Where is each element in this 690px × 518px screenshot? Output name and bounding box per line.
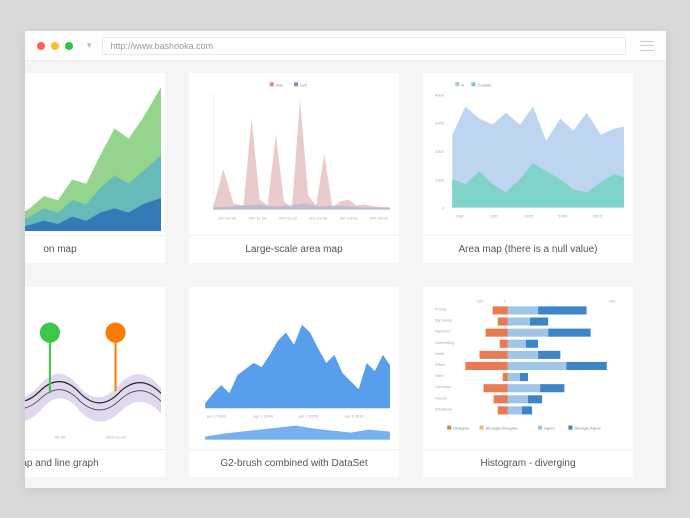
chart-card-line-lollipop[interactable]: 05-20 07-20 09-20 2019-11-20 ap and line… (25, 287, 165, 477)
chart-plot: -100 0 100 Friday My Name Random Somethi… (423, 287, 633, 449)
svg-text:2000: 2000 (435, 149, 445, 154)
chart-caption: Large-scale area map (189, 235, 399, 263)
chart-card-g2-brush[interactable]: jan 1 2002 apr 1 2004 jan 1 2006 apr 1 2… (189, 287, 399, 477)
svg-text:Constant: Constant (435, 384, 452, 389)
svg-text:207-10:00: 207-10:00 (218, 216, 237, 221)
url-text: http://www.bashooka.com (111, 41, 214, 51)
chart-caption: Histogram - diverging (423, 449, 633, 477)
window-maximize-icon[interactable] (65, 42, 73, 50)
chart-card-on-map[interactable]: on map (25, 73, 165, 263)
url-bar[interactable]: http://www.bashooka.com (102, 37, 626, 55)
svg-text:207-11:00: 207-11:00 (249, 216, 268, 221)
svg-text:1995: 1995 (524, 214, 534, 219)
chart-caption: ap and line graph (25, 449, 165, 477)
chart-plot: 4000 3000 2000 1000 0 A Custom (423, 73, 633, 235)
svg-text:Effort: Effort (435, 362, 445, 367)
svg-text:207-12:00: 207-12:00 (279, 216, 298, 221)
chart-card-diverging-histogram[interactable]: -100 0 100 Friday My Name Random Somethi… (423, 287, 633, 477)
chart-caption: on map (25, 235, 165, 263)
chart-card-area-null[interactable]: 4000 3000 2000 1000 0 A Custom (423, 73, 633, 263)
svg-text:09-20: 09-20 (55, 435, 66, 440)
svg-text:1000: 1000 (435, 177, 445, 182)
svg-text:Disagree: Disagree (453, 426, 470, 431)
svg-text:4000: 4000 (435, 92, 445, 97)
collapse-icon[interactable]: ▾ (87, 40, 92, 51)
svg-text:Custom: Custom (478, 82, 493, 87)
content-area: on map Run Left (25, 61, 666, 488)
svg-text:0: 0 (442, 206, 445, 211)
svg-text:jan 1 2006: jan 1 2006 (298, 413, 319, 418)
svg-text:Result: Result (435, 395, 447, 400)
svg-text:Write: Write (435, 351, 445, 356)
window-minimize-icon[interactable] (51, 42, 59, 50)
svg-text:207-13:00: 207-13:00 (309, 216, 328, 221)
chart-card-large-scale-area[interactable]: Run Left 207-10:00 207-11:00 207-12:00 2… (189, 73, 399, 263)
svg-text:2003: 2003 (593, 214, 603, 219)
svg-text:0: 0 (504, 298, 507, 303)
svg-text:-100: -100 (475, 298, 484, 303)
svg-text:A: A (461, 82, 464, 87)
chart-caption: G2-brush combined with DataSet (189, 449, 399, 477)
chart-plot: 05-20 07-20 09-20 2019-11-20 (25, 287, 165, 449)
svg-text:207-14:00: 207-14:00 (339, 216, 358, 221)
svg-text:100: 100 (609, 298, 616, 303)
chart-grid: on map Run Left (25, 73, 633, 477)
svg-text:207-15:00: 207-15:00 (370, 216, 389, 221)
svg-text:1991: 1991 (490, 214, 500, 219)
hamburger-menu-icon[interactable] (640, 41, 654, 51)
svg-text:Run: Run (276, 82, 283, 87)
svg-text:Left: Left (300, 82, 308, 87)
svg-text:Random: Random (435, 329, 451, 334)
svg-text:1999: 1999 (558, 214, 568, 219)
svg-text:3000: 3000 (435, 121, 445, 126)
window-close-icon[interactable] (37, 42, 45, 50)
browser-window: ▾ http://www.bashooka.com on map (25, 31, 666, 488)
svg-text:Something: Something (435, 340, 454, 345)
browser-chrome: ▾ http://www.bashooka.com (25, 31, 666, 61)
chart-plot: Run Left 207-10:00 207-11:00 207-12:00 2… (189, 73, 399, 235)
chart-plot (25, 73, 165, 235)
chart-plot: jan 1 2002 apr 1 2004 jan 1 2006 apr 1 2… (189, 287, 399, 449)
svg-text:1987: 1987 (455, 214, 465, 219)
svg-text:apr 1 2004: apr 1 2004 (254, 413, 274, 418)
svg-text:Whatever: Whatever (435, 406, 453, 411)
svg-text:jan 1 2002: jan 1 2002 (206, 413, 227, 418)
svg-text:Friday: Friday (435, 306, 446, 311)
svg-text:My Name: My Name (435, 318, 453, 323)
svg-text:Html: Html (435, 373, 443, 378)
svg-text:apr 1 2010: apr 1 2010 (345, 413, 365, 418)
svg-text:Agree: Agree (544, 426, 556, 431)
chart-caption: Area map (there is a null value) (423, 235, 633, 263)
svg-text:2019-11-20: 2019-11-20 (105, 435, 126, 440)
svg-text:Strongly Agree: Strongly Agree (574, 426, 601, 431)
svg-text:Strongly Disagree: Strongly Disagree (486, 426, 519, 431)
